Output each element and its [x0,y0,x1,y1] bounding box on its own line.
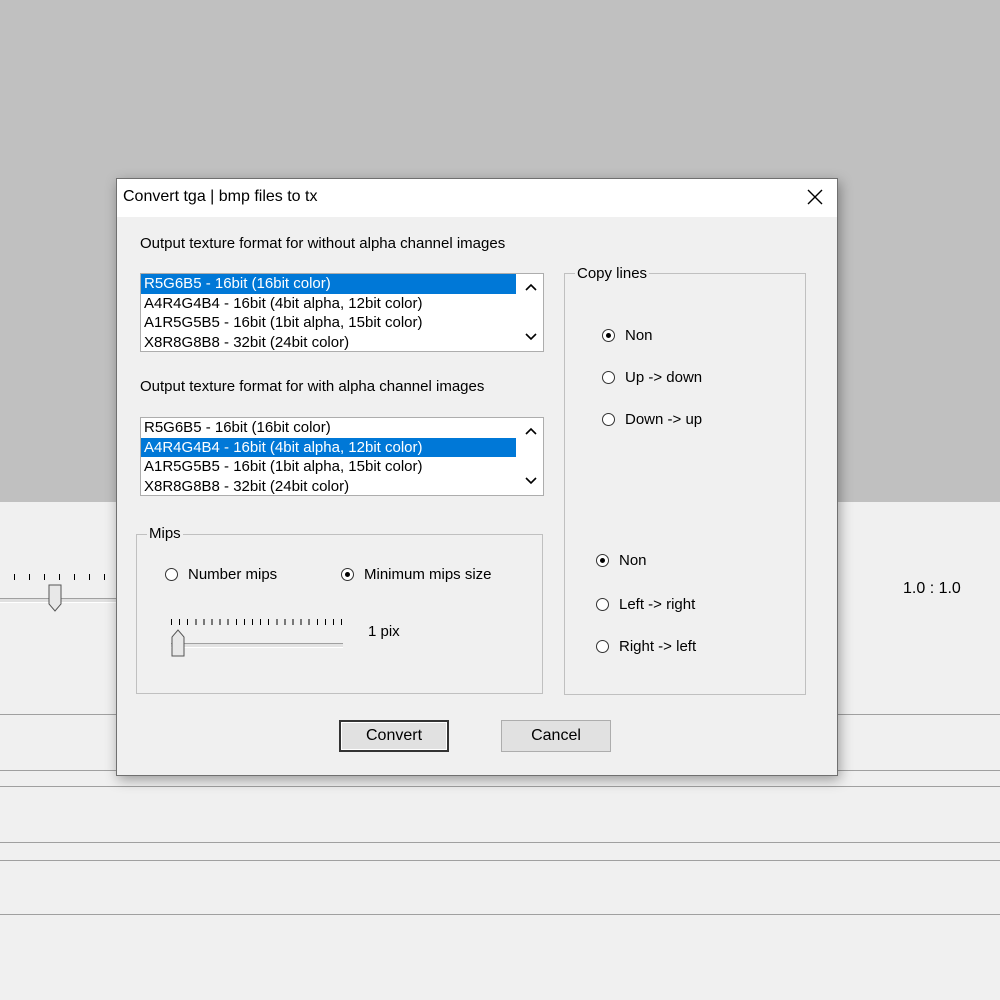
up-down-radio[interactable]: Up -> down [602,367,702,387]
title-bar: Convert tga | bmp files to tx [117,179,837,217]
vertical-non-label: Non [625,326,653,344]
number-mips-label: Number mips [188,565,278,583]
number-mips-radio[interactable]: Number mips [165,564,277,584]
mips-group [136,534,543,694]
radio-circle [596,553,609,567]
convert-button[interactable]: Convert [339,720,449,752]
radio-circle [602,370,615,384]
no-alpha-format-label: Output texture format for without alpha … [140,235,506,252]
horizontal-non-radio[interactable]: Non [596,550,647,570]
radio-circle [596,639,609,653]
horizontal-non-label: Non [619,551,647,569]
background-slider[interactable] [0,560,120,620]
mips-size-slider[interactable] [171,619,343,661]
background-slider-thumb[interactable] [48,584,62,612]
radio-circle [602,328,615,342]
no-alpha-list-item[interactable]: A4R4G4B4 - 16bit (4bit alpha, 12bit colo… [141,294,516,314]
right-left-radio[interactable]: Right -> left [596,636,696,656]
right-left-label: Right -> left [619,637,697,655]
dialog-title: Convert tga | bmp files to tx [123,188,318,205]
background-slider-ticks [0,574,120,580]
mips-group-title: Mips [147,525,183,542]
no-alpha-list-item[interactable]: X8R8G8B8 - 32bit (24bit color) [141,333,516,352]
copy-lines-group-title: Copy lines [575,265,650,282]
minimum-mips-size-radio[interactable]: Minimum mips size [341,564,492,584]
with-alpha-list-scrollbar[interactable] [519,418,543,495]
scroll-up-icon[interactable] [525,282,537,294]
left-right-radio[interactable]: Left -> right [596,594,695,614]
scroll-up-icon[interactable] [525,426,537,438]
radio-circle [596,597,609,611]
with-alpha-list-item[interactable]: A4R4G4B4 - 16bit (4bit alpha, 12bit colo… [141,437,516,457]
mips-slider-track [171,643,343,648]
with-alpha-format-label: Output texture format for with alpha cha… [140,378,485,395]
mips-slider-thumb[interactable] [171,629,185,657]
left-right-label: Left -> right [619,595,696,613]
scroll-down-icon[interactable] [525,474,537,486]
background-divider [0,860,1000,861]
ratio-readout: 1.0 : 1.0 [903,580,961,597]
no-alpha-list-item[interactable]: A1R5G5B5 - 16bit (1bit alpha, 15bit colo… [141,313,516,333]
radio-circle [165,567,178,581]
radio-circle [341,567,354,581]
mips-slider-ticks [171,619,343,625]
down-up-radio[interactable]: Down -> up [602,409,702,429]
copy-lines-group [564,273,806,695]
with-alpha-list-item[interactable]: A1R5G5B5 - 16bit (1bit alpha, 15bit colo… [141,457,516,477]
vertical-non-radio[interactable]: Non [602,325,653,345]
background-divider [0,914,1000,915]
cancel-button[interactable]: Cancel [501,720,611,752]
minimum-mips-size-label: Minimum mips size [364,565,492,583]
background-divider [0,786,1000,787]
with-alpha-format-list[interactable]: R5G6B5 - 16bit (16bit color) A4R4G4B4 - 1… [140,417,544,496]
no-alpha-list-scrollbar[interactable] [519,274,543,351]
no-alpha-list-item[interactable]: R5G6B5 - 16bit (16bit color) [141,274,516,294]
close-icon[interactable] [803,185,827,209]
scroll-down-icon[interactable] [525,330,537,342]
with-alpha-list-item[interactable]: X8R8G8B8 - 32bit (24bit color) [141,477,516,496]
no-alpha-format-list[interactable]: R5G6B5 - 16bit (16bit color) A4R4G4B4 - 1… [140,273,544,352]
up-down-label: Up -> down [625,368,703,386]
mips-size-value: 1 pix [368,623,400,640]
background-divider [0,842,1000,843]
with-alpha-list-item[interactable]: R5G6B5 - 16bit (16bit color) [141,418,516,438]
radio-circle [602,412,615,426]
down-up-label: Down -> up [625,410,703,428]
convert-dialog: Convert tga | bmp files to tx Output tex… [116,178,838,776]
